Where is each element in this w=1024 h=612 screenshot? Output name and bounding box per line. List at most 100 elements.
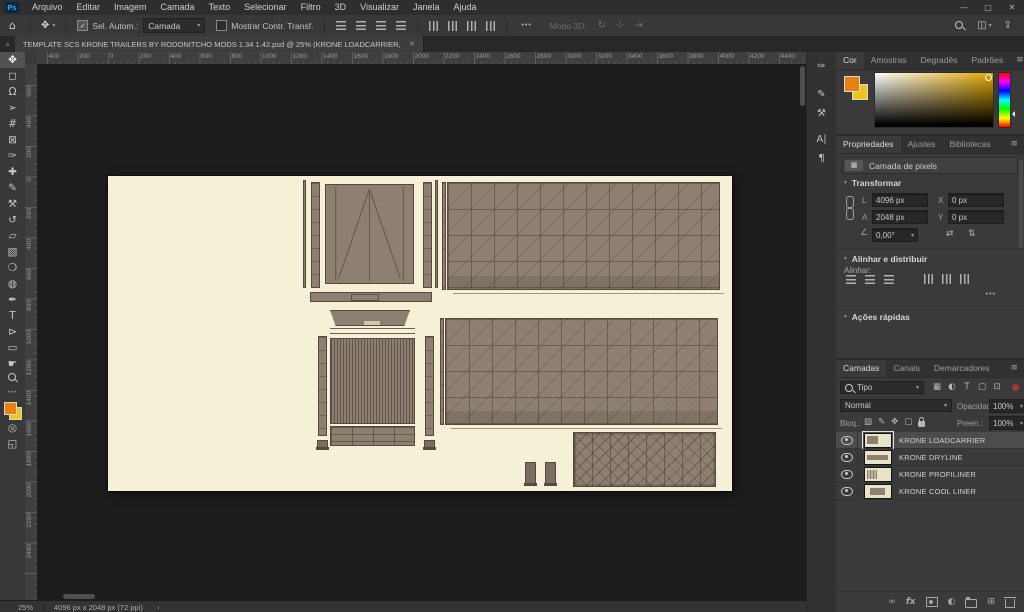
tab-overflow-icon[interactable]: » (0, 40, 15, 49)
menu-filtro[interactable]: Filtro (294, 0, 328, 15)
minimize-button[interactable]: — (952, 3, 976, 12)
toolbar-more-icon[interactable]: ••• (0, 390, 25, 396)
color-field[interactable] (874, 72, 994, 128)
document-tab[interactable]: TEMPLATE SCS KRONE TRAILERS BY RODONITCH… (14, 36, 424, 52)
align-left-edges-button[interactable] (846, 274, 856, 284)
clone-stamp-tool[interactable]: ⚒ (0, 196, 25, 212)
angle-field[interactable]: 0,00° ▾ (872, 228, 918, 242)
filter-type-layers-icon[interactable]: T (960, 381, 974, 394)
share-icon[interactable]: ⇪ (1004, 20, 1012, 31)
align-left-button[interactable] (336, 21, 347, 30)
pen-tool[interactable]: ✒ (0, 292, 25, 308)
canvas[interactable] (108, 176, 732, 491)
gradient-tool[interactable]: ▧ (0, 244, 25, 260)
transform-section-header[interactable]: ▾ Transformar (844, 178, 901, 188)
align-bottom-edges-button[interactable] (960, 274, 969, 284)
object-selection-tool[interactable]: ➢ (0, 100, 25, 116)
menu-visualizar[interactable]: Visualizar (353, 0, 406, 15)
frame-tool[interactable]: ⊠ (0, 132, 25, 148)
type-tool[interactable]: T (0, 308, 25, 324)
foreground-color-swatch[interactable] (3, 402, 17, 415)
tab-close-icon[interactable]: ✕ (409, 40, 415, 48)
tab-canais[interactable]: Canais (886, 360, 926, 377)
menu-janela[interactable]: Janela (406, 0, 447, 15)
distribute-v-button[interactable] (486, 20, 496, 31)
x-field[interactable]: 0 px (948, 193, 1004, 207)
new-group-icon[interactable] (965, 597, 978, 608)
layer-row[interactable]: KRONE COOL LINER (836, 483, 1024, 500)
more-align-options-button[interactable]: ••• (521, 22, 531, 29)
align-middle-button[interactable] (448, 20, 458, 31)
scrollbar-thumb[interactable] (800, 66, 805, 106)
zoom-tool[interactable] (0, 372, 25, 388)
layer-thumbnail[interactable] (864, 466, 892, 482)
menu-camada[interactable]: Camada (154, 0, 202, 15)
filter-toggle-icon[interactable] (1012, 384, 1019, 391)
more-align-button[interactable]: ••• (986, 291, 996, 298)
delete-layer-icon[interactable] (1004, 596, 1016, 608)
flip-vertical-icon[interactable]: ⇅ (968, 229, 976, 239)
panel-menu-icon[interactable]: ≡ (1010, 52, 1024, 69)
blur-tool[interactable]: ❍ (0, 260, 25, 276)
tab-ajustes[interactable]: Ajustes (901, 136, 943, 153)
menu-arquivo[interactable]: Arquivo (25, 0, 70, 15)
rectangle-tool[interactable]: ▭ (0, 340, 25, 356)
menu-selecionar[interactable]: Selecionar (237, 0, 294, 15)
character-panel-icon[interactable]: A| (807, 130, 837, 149)
move-tool[interactable]: ✥ (0, 52, 25, 68)
layer-row[interactable]: KRONE PROFILINER (836, 466, 1024, 483)
vertical-scrollbar[interactable] (800, 64, 805, 594)
layer-row[interactable]: KRONE LOADCARRIER (836, 430, 1024, 450)
hand-tool[interactable]: ☛ (0, 356, 25, 372)
hue-slider[interactable] (998, 72, 1015, 128)
tab-propriedades[interactable]: Propriedades (836, 136, 901, 153)
tab-amostras[interactable]: Amostras (864, 52, 914, 69)
auto-select-target-dropdown[interactable]: Camada ▾ (143, 18, 206, 33)
status-menu-arrow-icon[interactable]: › (157, 603, 160, 612)
clone-source-panel-icon[interactable]: ⚒ (807, 104, 837, 123)
screen-mode-button[interactable]: ◱ (0, 436, 25, 452)
lock-artboard-icon[interactable]: ▢ (904, 417, 912, 427)
color-swatches[interactable] (3, 402, 22, 420)
tab-padroes[interactable]: Padrões (964, 52, 1010, 69)
link-dimensions-icon[interactable] (845, 195, 854, 221)
home-icon[interactable]: ⌂ (9, 19, 16, 32)
layer-row[interactable]: KRONE DRYLINE (836, 449, 1024, 466)
lock-all-icon[interactable] (918, 417, 926, 427)
filter-smart-objects-icon[interactable]: ⊡ (990, 381, 1004, 394)
zoom-level-field[interactable]: 25% (18, 603, 33, 612)
tab-demarcadores[interactable]: Demarcadores (927, 360, 997, 377)
scrollbar-thumb[interactable] (63, 594, 95, 599)
maximize-button[interactable]: □ (976, 3, 1000, 12)
foreground-color-swatch[interactable] (844, 76, 860, 92)
close-button[interactable]: ✕ (1000, 3, 1024, 12)
brush-settings-panel-icon[interactable]: ✑ (807, 57, 837, 76)
lock-paint-icon[interactable]: ✎ (878, 417, 885, 427)
tab-bibliotecas[interactable]: Bibliotecas (942, 136, 997, 153)
align-section-header[interactable]: ▾ Alinhar e distribuir (844, 254, 927, 264)
brush-tool[interactable]: ✎ (0, 180, 25, 196)
panel-menu-icon[interactable]: ≡ (1004, 360, 1024, 377)
add-layer-mask-icon[interactable] (925, 597, 938, 607)
show-transform-controls-checkbox[interactable]: Mostrar Contr. Transf. (216, 20, 313, 31)
history-brush-tool[interactable]: ↺ (0, 212, 25, 228)
layer-filter-dropdown[interactable]: Tipo ▾ (840, 381, 924, 394)
lock-position-icon[interactable]: ✥ (891, 417, 898, 427)
layer-thumbnail[interactable] (862, 430, 894, 450)
tab-cor[interactable]: Cor (836, 52, 864, 69)
eye-visibility-icon[interactable] (841, 452, 853, 462)
layer-thumbnail[interactable] (864, 449, 892, 465)
eraser-tool[interactable]: ▱ (0, 228, 25, 244)
eyedropper-tool[interactable]: ✑ (0, 148, 25, 164)
filter-pixel-layers-icon[interactable]: ▦ (930, 381, 944, 394)
menu-imagem[interactable]: Imagem (107, 0, 154, 15)
dodge-tool[interactable]: ◍ (0, 276, 25, 292)
layer-effects-icon[interactable]: fx (906, 597, 916, 607)
lock-transparency-icon[interactable]: ▨ (864, 417, 872, 427)
paragraph-panel-icon[interactable]: ¶ (807, 149, 837, 168)
workspace-switcher-button[interactable]: ◫ ▾ (977, 20, 991, 31)
eye-visibility-icon[interactable] (841, 435, 853, 445)
panel-menu-icon[interactable]: ≡ (1004, 136, 1024, 153)
width-field[interactable]: 4096 px (872, 193, 928, 207)
height-field[interactable]: 2048 px (872, 210, 928, 224)
